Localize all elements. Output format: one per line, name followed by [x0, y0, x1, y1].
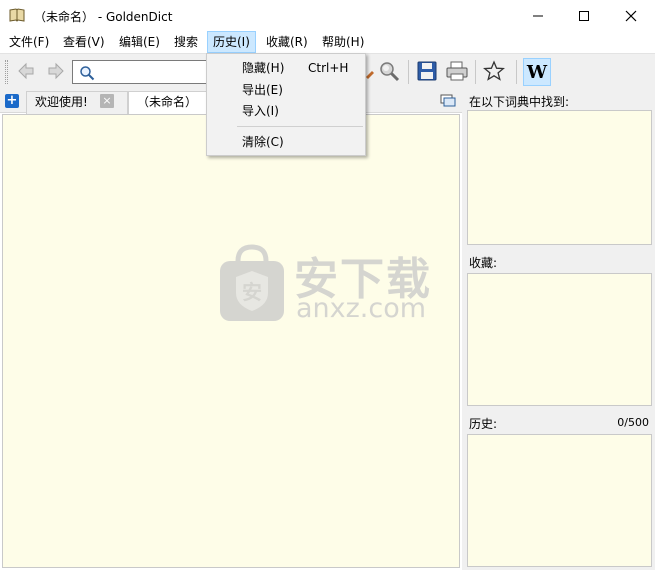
found-in-dictionaries-list[interactable]: [467, 110, 652, 245]
history-dropdown-menu: 隐藏(H) Ctrl+H 导出(E) 导入(I) 清除(C): [206, 53, 366, 156]
close-button[interactable]: [608, 0, 654, 31]
print-icon[interactable]: [445, 59, 469, 83]
toolbar-separator: [516, 60, 517, 84]
wikipedia-icon[interactable]: W: [523, 58, 551, 86]
toolbar-separator: [475, 60, 476, 84]
favorites-list[interactable]: [467, 273, 652, 406]
history-list[interactable]: [467, 434, 652, 567]
watermark-bag-glyph: 安: [242, 280, 262, 304]
search-icon: [79, 65, 95, 84]
tab-untitled[interactable]: （未命名）: [128, 91, 218, 114]
menu-item-clear[interactable]: 清除(C): [207, 131, 365, 153]
tab-label: 欢迎使用!: [35, 95, 88, 109]
menu-view[interactable]: 查看(V): [58, 31, 110, 53]
menu-favorites[interactable]: 收藏(R): [261, 31, 313, 53]
title-bar: （未命名） - GoldenDict: [0, 0, 655, 31]
menu-item-label: 导入(I): [242, 104, 279, 118]
menu-separator: [237, 126, 363, 127]
tab-list-icon[interactable]: [440, 94, 456, 111]
menu-item-hide[interactable]: 隐藏(H) Ctrl+H: [207, 57, 365, 79]
menu-item-label: 清除(C): [242, 135, 284, 149]
menu-item-label: 导出(E): [242, 83, 283, 97]
maximize-icon: [579, 10, 589, 21]
menu-item-export[interactable]: 导出(E): [207, 79, 365, 101]
save-icon[interactable]: [415, 59, 439, 83]
watermark-domain: anxz.com: [296, 293, 427, 324]
shopping-bag-icon: 安: [220, 244, 284, 321]
minimize-button[interactable]: [515, 0, 561, 31]
favorite-star-icon[interactable]: [482, 59, 506, 83]
window-title: （未命名） - GoldenDict: [34, 10, 173, 24]
toolbar-grip[interactable]: [5, 60, 8, 84]
found-in-dictionaries-label: 在以下词典中找到:: [469, 95, 570, 109]
minimize-icon: [533, 15, 543, 16]
favorites-label: 收藏:: [469, 256, 498, 270]
article-view[interactable]: [2, 114, 460, 568]
side-panel: 在以下词典中找到: 收藏: 历史: 0/500: [465, 89, 655, 570]
toolbar-separator: [408, 60, 409, 84]
tab-label: （未命名）: [137, 95, 198, 109]
menu-help[interactable]: 帮助(H): [317, 31, 369, 53]
menu-item-import[interactable]: 导入(I): [207, 100, 365, 122]
close-icon: [625, 10, 637, 21]
menu-edit[interactable]: 编辑(E): [114, 31, 165, 53]
history-label: 历史:: [469, 417, 498, 431]
zoom-icon[interactable]: [377, 59, 401, 83]
menu-search[interactable]: 搜索: [169, 31, 203, 53]
menu-item-label: 隐藏(H): [242, 61, 285, 75]
menu-bar: 文件(F) 查看(V) 编辑(E) 搜索 历史(I) 收藏(R) 帮助(H): [0, 31, 655, 53]
maximize-button[interactable]: [561, 0, 607, 31]
back-arrow-icon[interactable]: [14, 59, 38, 83]
tab-close-icon[interactable]: ×: [100, 94, 114, 108]
book-icon: [9, 8, 25, 22]
watermark: 安 安下载 anxz.com: [218, 243, 438, 328]
menu-item-shortcut: Ctrl+H: [308, 61, 349, 75]
forward-arrow-icon[interactable]: [44, 59, 68, 83]
menu-history[interactable]: 历史(I): [207, 31, 256, 53]
new-tab-button[interactable]: +: [5, 94, 19, 108]
history-count: 0/500: [617, 416, 649, 429]
menu-file[interactable]: 文件(F): [4, 31, 54, 53]
